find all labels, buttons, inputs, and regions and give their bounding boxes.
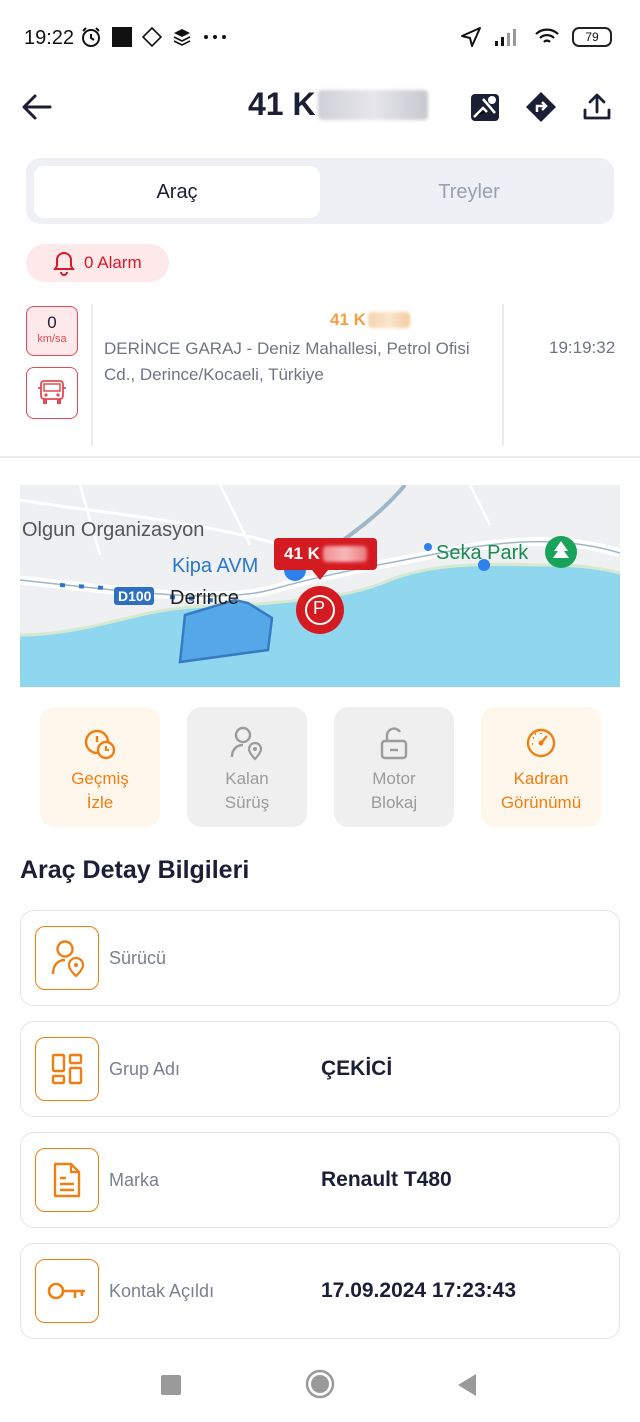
alarm-clock-icon bbox=[82, 27, 100, 47]
document-icon bbox=[53, 1162, 81, 1198]
back-arrow-icon[interactable] bbox=[20, 90, 54, 124]
detail-label: Grup Adı bbox=[109, 1059, 181, 1079]
detail-value: Renault T480 bbox=[321, 1168, 452, 1191]
detail-label: Kontak Açıldı bbox=[109, 1281, 215, 1301]
detail-row-driver[interactable]: Sürücü bbox=[20, 910, 620, 1006]
history-label-1: Geçmiş bbox=[71, 769, 129, 788]
map-toggle-button[interactable] bbox=[468, 90, 502, 124]
history-button[interactable]: Geçmiş İzle bbox=[40, 707, 160, 827]
detail-icon-box bbox=[35, 1148, 99, 1212]
vehicle-timestamp: 19:19:32 bbox=[549, 338, 616, 357]
alarm-label: 0 Alarm bbox=[84, 253, 142, 272]
map-view[interactable]: Olgun Organizasyon Kipa AVM Derince D100… bbox=[20, 485, 620, 687]
remaining-drive-label-1: Kalan bbox=[225, 769, 269, 788]
nav-diamond-icon bbox=[142, 27, 162, 47]
speed-value: 0 bbox=[47, 313, 57, 332]
vehicle-map-marker[interactable]: 41 K bbox=[274, 538, 377, 580]
layers-icon bbox=[173, 29, 191, 46]
detail-row-ignition[interactable]: Kontak Açıldı 17.09.2024 17:23:43 bbox=[20, 1243, 620, 1339]
tab-arac[interactable]: Araç bbox=[34, 166, 320, 218]
directions-button[interactable] bbox=[524, 90, 558, 124]
wifi-icon bbox=[535, 28, 559, 43]
back-triangle-icon[interactable] bbox=[456, 1373, 478, 1397]
notification-icons bbox=[80, 26, 228, 48]
driver-location-icon bbox=[51, 940, 85, 978]
detail-label: Marka bbox=[109, 1170, 160, 1190]
page-title: 41 K bbox=[248, 86, 428, 123]
detail-icon-box bbox=[35, 1037, 99, 1101]
speed-unit: km/sa bbox=[37, 333, 67, 345]
app-bar: 41 K bbox=[0, 76, 640, 138]
vehicle-plate: 41 K bbox=[330, 310, 410, 330]
status-bar: 19:22 79 bbox=[0, 0, 640, 76]
key-icon bbox=[47, 1282, 85, 1300]
square-icon bbox=[112, 27, 132, 47]
alarm-badge[interactable]: 0 Alarm bbox=[26, 244, 169, 282]
share-icon bbox=[583, 93, 611, 120]
history-clock-icon bbox=[84, 729, 116, 760]
clock-time: 19:22 bbox=[24, 27, 75, 49]
plate-redacted bbox=[367, 312, 410, 328]
truck-icon bbox=[38, 380, 66, 404]
gauge-view-label-1: Kadran bbox=[513, 769, 569, 788]
map-label-seka: Seka Park bbox=[436, 542, 529, 564]
marker-plate-text: 41 K bbox=[284, 544, 320, 563]
parking-p-label: P bbox=[313, 598, 326, 618]
bell-icon bbox=[53, 251, 75, 276]
plate-redacted bbox=[322, 546, 367, 562]
map-road-shield: D100 bbox=[118, 588, 152, 604]
vehicle-type-badge bbox=[26, 367, 78, 419]
header-actions bbox=[468, 90, 614, 124]
unlock-icon bbox=[380, 727, 408, 760]
speed-indicator: 0 km/sa bbox=[26, 306, 78, 356]
action-buttons: Geçmiş İzle Kalan Sürüş Motor Blokaj Kad… bbox=[40, 707, 602, 827]
gauge-view-label-2: Görünümü bbox=[500, 793, 582, 812]
home-icon[interactable] bbox=[304, 1368, 336, 1400]
detail-row-group[interactable]: Grup Adı ÇEKİCİ bbox=[20, 1021, 620, 1117]
detail-label: Sürücü bbox=[109, 948, 167, 968]
section-title: Araç Detay Bilgileri bbox=[20, 856, 250, 884]
plate-redacted bbox=[317, 89, 428, 120]
detail-value: 17.09.2024 17:23:43 bbox=[321, 1279, 516, 1302]
gauge-icon bbox=[526, 728, 556, 758]
segment-tabs: Araç Treyler bbox=[26, 158, 614, 224]
vehicle-plate-text: 41 K bbox=[330, 310, 366, 329]
tab-treyler[interactable]: Treyler bbox=[326, 166, 612, 218]
signal-icon bbox=[495, 29, 516, 46]
engine-block-label-1: Motor bbox=[372, 769, 416, 788]
directions-icon bbox=[526, 92, 556, 122]
battery-icon: 79 bbox=[572, 27, 612, 47]
engine-block-label-2: Blokaj bbox=[370, 793, 418, 812]
detail-value: ÇEKİCİ bbox=[321, 1057, 393, 1080]
engine-block-button[interactable]: Motor Blokaj bbox=[334, 707, 454, 827]
recent-apps-icon[interactable] bbox=[160, 1374, 182, 1396]
group-grid-icon bbox=[51, 1053, 83, 1085]
vehicle-summary[interactable]: 0 km/sa 41 K DERİNCE GARAJ - Deniz Mahal… bbox=[0, 300, 640, 458]
remaining-drive-icon bbox=[230, 726, 263, 761]
location-arrow-icon bbox=[461, 27, 481, 47]
gauge-view-button[interactable]: Kadran Görünümü bbox=[481, 707, 601, 827]
history-label-2: İzle bbox=[86, 793, 114, 812]
system-icons: 79 bbox=[460, 26, 612, 48]
vehicle-address: DERİNCE GARAJ - Deniz Mahallesi, Petrol … bbox=[104, 339, 470, 384]
remaining-drive-label-2: Sürüş bbox=[224, 793, 270, 812]
divider bbox=[502, 304, 504, 446]
detail-icon-box bbox=[35, 926, 99, 990]
system-nav-bar bbox=[0, 1346, 640, 1422]
detail-icon-box bbox=[35, 1259, 99, 1323]
remaining-drive-button[interactable]: Kalan Sürüş bbox=[187, 707, 307, 827]
map-label-olgun: Olgun Organizasyon bbox=[22, 519, 205, 541]
plate-text: 41 K bbox=[248, 86, 316, 122]
more-dots-icon bbox=[204, 35, 226, 39]
detail-row-brand[interactable]: Marka Renault T480 bbox=[20, 1132, 620, 1228]
share-button[interactable] bbox=[580, 90, 614, 124]
map-toggle-icon bbox=[471, 94, 499, 121]
divider bbox=[91, 304, 93, 446]
map-label-kipa: Kipa AVM bbox=[172, 555, 259, 577]
map-canvas bbox=[20, 485, 620, 687]
map-label-derince: Derince bbox=[170, 587, 239, 609]
